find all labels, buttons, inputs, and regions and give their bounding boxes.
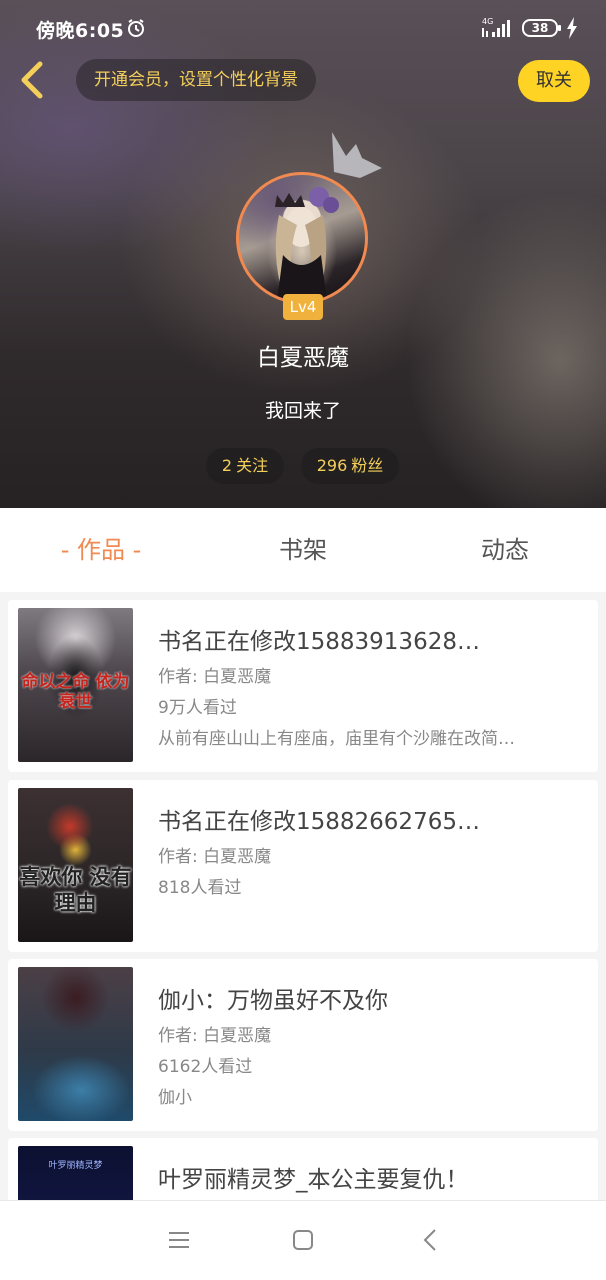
fans-label: 粉丝 xyxy=(351,456,384,475)
list-item[interactable]: 喜欢你 没有理由 书名正在修改15882662765… 作者: 白夏恶魔 818… xyxy=(8,780,598,952)
tab-feed[interactable]: 动态 xyxy=(404,508,606,592)
signature: 我回来了 xyxy=(264,400,341,422)
alarm-icon xyxy=(128,19,144,37)
cover-title: 命以之命 依为衰世 xyxy=(21,672,130,712)
book-cover[interactable] xyxy=(18,967,133,1121)
profile-header: 傍晚6:05 4G 38 开通会员，设置个性化背景 取关 Lv4 白夏恶魔 我回… xyxy=(0,0,606,508)
book-author: 作者: 白夏恶魔 xyxy=(158,1026,272,1046)
following-label: 关注 xyxy=(236,456,269,475)
battery-level: 38 xyxy=(531,21,549,35)
following-count: 2 xyxy=(221,456,233,475)
fans-stat[interactable]: 296 粉丝 xyxy=(301,448,399,484)
nav-back-icon[interactable] xyxy=(416,1225,446,1255)
book-views: 9万人看过 xyxy=(158,698,237,718)
book-cover[interactable]: 命以之命 依为衰世 xyxy=(18,608,133,762)
book-list: 命以之命 依为衰世 书名正在修改15883913628… 作者: 白夏恶魔 9万… xyxy=(0,592,606,1200)
status-bar: 傍晚6:05 4G 38 xyxy=(0,0,606,50)
book-views: 818人看过 xyxy=(158,878,242,898)
book-description: 伽小 xyxy=(158,1088,192,1108)
svg-text:4G: 4G xyxy=(482,17,493,26)
tab-works[interactable]: - 作品 - xyxy=(0,508,202,592)
book-author: 作者: 白夏恶魔 xyxy=(158,667,272,687)
charging-icon xyxy=(567,17,577,39)
status-time: 傍晚6:05 xyxy=(36,20,125,42)
home-icon[interactable] xyxy=(288,1225,318,1255)
book-title[interactable]: 书名正在修改15883913628… xyxy=(158,622,578,656)
list-item[interactable]: 伽小：万物虽好不及你 作者: 白夏恶魔 6162人看过 伽小 xyxy=(8,959,598,1131)
cover-title: 叶罗丽精灵梦 xyxy=(48,1161,103,1171)
level-badge: Lv4 xyxy=(283,294,323,320)
vip-background-prompt[interactable]: 开通会员，设置个性化背景 xyxy=(76,59,316,101)
avatar[interactable] xyxy=(236,172,368,304)
cancel-follow-button[interactable]: 取关 xyxy=(518,60,590,102)
fans-count: 296 xyxy=(316,456,348,475)
profile-tabs: - 作品 - 书架 动态 xyxy=(0,508,606,592)
following-stat[interactable]: 2 关注 xyxy=(206,448,284,484)
signal-icon: 4G xyxy=(482,17,510,37)
book-author: 作者: 白夏恶魔 xyxy=(158,847,272,867)
back-icon[interactable] xyxy=(12,58,52,102)
list-item[interactable]: 命以之命 依为衰世 书名正在修改15883913628… 作者: 白夏恶魔 9万… xyxy=(8,600,598,772)
book-title[interactable]: 伽小：万物虽好不及你 xyxy=(158,981,578,1015)
avatar-image xyxy=(275,187,339,301)
book-title[interactable]: 叶罗丽精灵梦_本公主要复仇！ xyxy=(158,1160,578,1194)
cover-title: 喜欢你 没有理由 xyxy=(19,864,132,915)
username: 白夏恶魔 xyxy=(257,345,349,371)
book-views: 6162人看过 xyxy=(158,1057,253,1077)
list-item[interactable]: 叶罗丽精灵梦 叶罗丽精灵梦_本公主要复仇！ xyxy=(8,1138,598,1200)
menu-icon[interactable] xyxy=(164,1225,194,1255)
book-cover[interactable]: 叶罗丽精灵梦 xyxy=(18,1146,133,1200)
book-title[interactable]: 书名正在修改15882662765… xyxy=(158,802,578,836)
book-cover[interactable]: 喜欢你 没有理由 xyxy=(18,788,133,942)
book-description: 从前有座山山上有座庙，庙里有个沙雕在改简… xyxy=(158,729,515,749)
system-nav-bar xyxy=(0,1200,606,1280)
tab-bookshelf[interactable]: 书架 xyxy=(202,508,404,592)
